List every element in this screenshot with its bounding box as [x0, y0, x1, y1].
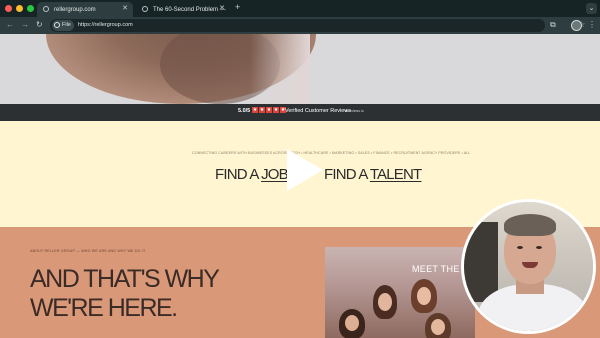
screen: rellergroup.com ✕ The 60-Second Problem … — [0, 0, 600, 338]
find-a-talent-link[interactable]: FIND A TALENT — [324, 166, 422, 183]
find-job-prefix: FIND A — [215, 166, 262, 183]
file-label: File — [62, 22, 71, 28]
tab-bar: rellergroup.com ✕ The 60-Second Problem … — [0, 0, 600, 17]
verified-reviews-label: Verified Customer Reviews — [285, 108, 352, 114]
globe-icon — [142, 6, 148, 12]
team-member-face — [431, 319, 445, 335]
presenter-webcam — [461, 199, 596, 334]
forward-button[interactable]: → — [21, 20, 29, 29]
hero-photo-fade — [250, 34, 310, 104]
maximize-window-icon[interactable] — [27, 5, 34, 12]
star-icon: ★ — [259, 107, 265, 113]
team-photo: MEET THE TE — [325, 247, 475, 338]
find-a-job-link[interactable]: FIND A JOB — [215, 166, 289, 183]
presenter-eye — [517, 246, 523, 249]
info-icon — [54, 22, 60, 28]
review-stars: ★ ★ ★ ★ ★ — [252, 107, 286, 113]
presenter-eye — [536, 246, 542, 249]
play-icon[interactable] — [287, 149, 323, 191]
address-bar[interactable]: File https://rellergroup.com ☆ — [50, 19, 585, 32]
tab-search-button[interactable]: ⌄ — [586, 3, 597, 14]
review-score: 5.0/5 — [238, 108, 251, 114]
extensions-icon[interactable]: ⧉ — [550, 20, 556, 30]
find-talent-emphasis: TALENT — [369, 166, 422, 183]
reviews-io-logo: ■ reviews.io — [345, 109, 364, 113]
close-window-icon[interactable] — [5, 5, 12, 12]
find-talent-prefix: FIND A — [324, 166, 370, 183]
site-favicon-icon — [43, 6, 49, 12]
industry-ticker: CONNECTING CAREERS WITH BUSINESSES ACROS… — [192, 151, 471, 155]
presenter-hair — [504, 214, 556, 236]
site-info-chip[interactable]: File — [52, 20, 74, 31]
hero-image — [0, 34, 600, 104]
about-headline: AND THAT'S WHY WE'RE HERE. — [30, 265, 220, 323]
url-text[interactable]: https://rellergroup.com — [78, 19, 133, 32]
reload-button[interactable]: ↻ — [36, 20, 43, 29]
headline-line-2: WE'RE HERE. — [30, 294, 178, 322]
star-icon: ★ — [273, 107, 279, 113]
team-member-face — [378, 293, 392, 311]
tab-title: rellergroup.com — [54, 6, 96, 13]
headline-line-1: AND THAT'S WHY — [30, 265, 220, 293]
tab-title: The 60-Second Problem — ⁣ — [153, 6, 228, 13]
minimize-window-icon[interactable] — [16, 5, 23, 12]
profile-avatar[interactable] — [571, 20, 582, 31]
star-icon: ★ — [266, 107, 272, 113]
star-icon: ★ — [252, 107, 258, 113]
close-tab-icon[interactable]: ✕ — [219, 4, 225, 12]
team-member-face — [417, 287, 431, 305]
find-job-emphasis: JOB — [261, 166, 289, 183]
close-tab-icon[interactable]: ✕ — [122, 4, 128, 12]
team-member-face — [345, 315, 359, 331]
tab-rellergroup[interactable]: rellergroup.com ✕ — [37, 2, 133, 17]
browser-toolbar: ← → ↻ File https://rellergroup.com ☆ ⧉ ⋮ — [0, 17, 600, 34]
reviews-bar[interactable]: 5.0/5 ★ ★ ★ ★ ★ Verified Customer Review… — [0, 104, 600, 121]
tab-60-second-problem[interactable]: The 60-Second Problem — ⁣ ✕ — [136, 2, 230, 17]
back-button[interactable]: ← — [6, 20, 14, 29]
new-tab-button[interactable]: + — [235, 2, 240, 12]
webcam-background-shadow — [464, 222, 498, 302]
browser-menu-icon[interactable]: ⋮ — [588, 20, 596, 29]
about-eyebrow: ABOUT RELLER GROUP — WHO WE ARE AND WHY … — [30, 249, 146, 253]
